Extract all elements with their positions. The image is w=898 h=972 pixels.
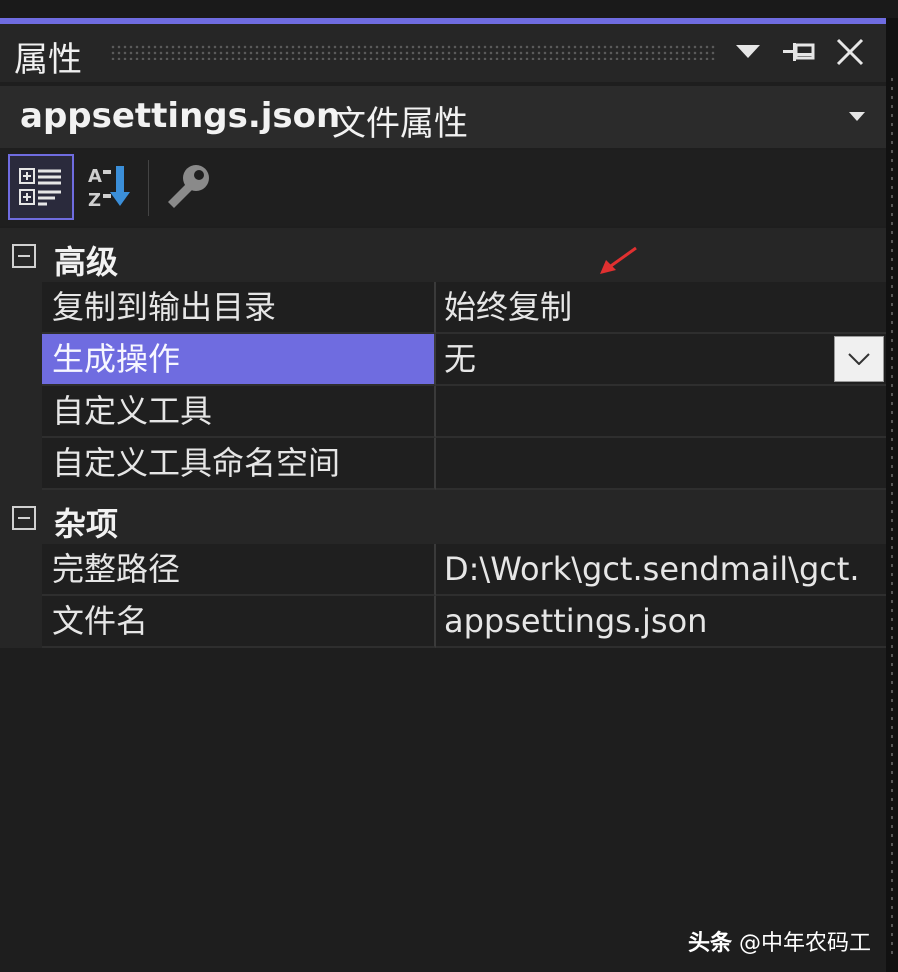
- property-value[interactable]: 始终复制: [436, 282, 886, 334]
- watermark-brand: 头条: [688, 931, 733, 956]
- object-selector-dropdown[interactable]: [840, 100, 874, 134]
- properties-titlebar[interactable]: 属性: [0, 24, 886, 82]
- window-edge: [886, 18, 898, 972]
- row-gutter: [0, 334, 42, 386]
- watermark-handle: @中年农码工: [739, 931, 872, 956]
- category-label: 杂项: [54, 505, 119, 543]
- property-row-full-path[interactable]: 完整路径 D:\Work\gct.sendmail\gct.: [0, 544, 886, 596]
- category-advanced[interactable]: 高级: [0, 228, 886, 282]
- property-pages-button[interactable]: [156, 154, 222, 220]
- property-value[interactable]: [436, 438, 886, 490]
- property-name[interactable]: 自定义工具命名空间: [42, 438, 436, 490]
- property-value[interactable]: D:\Work\gct.sendmail\gct.: [436, 544, 886, 596]
- collapse-icon[interactable]: [12, 506, 36, 530]
- svg-text:Z: Z: [88, 190, 101, 211]
- property-name[interactable]: 复制到输出目录: [42, 282, 436, 334]
- property-value-combo[interactable]: 无: [436, 334, 886, 386]
- selected-object-name: appsettings.json: [20, 96, 341, 136]
- svg-text:A: A: [88, 166, 102, 187]
- collapse-icon[interactable]: [12, 244, 36, 268]
- drag-grip[interactable]: [110, 44, 715, 60]
- property-row-custom-tool[interactable]: 自定义工具: [0, 386, 886, 438]
- alphabetical-icon: A Z: [88, 166, 130, 211]
- property-row-copy-to-output[interactable]: 复制到输出目录 始终复制: [0, 282, 886, 334]
- properties-toolbar: A Z: [0, 150, 886, 226]
- pin-icon: [783, 43, 815, 61]
- property-name[interactable]: 文件名: [42, 596, 436, 648]
- property-row-file-name[interactable]: 文件名 appsettings.json: [0, 596, 886, 648]
- wrench-icon: [168, 165, 209, 208]
- property-value: 无: [444, 340, 477, 378]
- row-gutter: [0, 596, 42, 648]
- property-name-selected[interactable]: 生成操作: [42, 334, 436, 386]
- property-name[interactable]: 自定义工具: [42, 386, 436, 438]
- categorized-button[interactable]: [8, 154, 74, 220]
- row-gutter: [0, 544, 42, 596]
- category-label: 高级: [54, 243, 119, 281]
- annotation-arrow-icon: [600, 246, 637, 274]
- categorized-icon: [19, 168, 61, 206]
- row-gutter: [0, 438, 42, 490]
- row-gutter: [0, 386, 42, 438]
- pin-button[interactable]: [778, 32, 818, 72]
- close-icon: [836, 38, 864, 66]
- window-title: 属性: [14, 40, 82, 80]
- top-strip: [0, 0, 898, 18]
- chevron-down-icon: [848, 353, 870, 365]
- window-options-button[interactable]: [728, 32, 768, 72]
- selected-object-type: 文件属性: [332, 104, 468, 144]
- property-grid: 高级 复制到输出目录 始终复制 生成操作 无 自定义工具 自定义工具命名空间 杂…: [0, 228, 886, 648]
- combo-dropdown-button[interactable]: [834, 336, 884, 382]
- category-misc[interactable]: 杂项: [0, 490, 886, 544]
- property-name[interactable]: 完整路径: [42, 544, 436, 596]
- object-selector[interactable]: appsettings.json 文件属性: [0, 86, 886, 148]
- watermark: 头条 @中年农码工: [688, 925, 871, 957]
- alphabetical-button[interactable]: A Z: [78, 154, 144, 220]
- close-button[interactable]: [830, 32, 870, 72]
- row-gutter: [0, 282, 42, 334]
- property-row-build-action[interactable]: 生成操作 无: [0, 334, 886, 386]
- chevron-down-icon: [736, 45, 760, 58]
- property-value[interactable]: [436, 386, 886, 438]
- property-value[interactable]: appsettings.json: [436, 596, 886, 648]
- property-row-custom-tool-namespace[interactable]: 自定义工具命名空间: [0, 438, 886, 490]
- toolbar-separator: [148, 160, 149, 216]
- chevron-down-icon: [849, 112, 865, 121]
